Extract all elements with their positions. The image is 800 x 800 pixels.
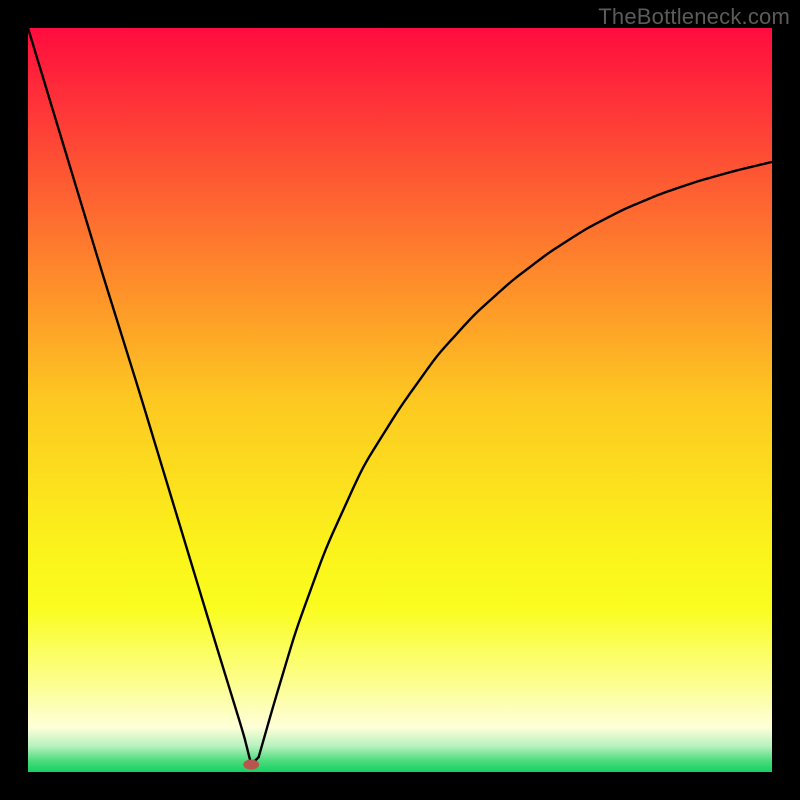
minimum-marker [243, 760, 259, 770]
watermark-text: TheBottleneck.com [598, 4, 790, 30]
chart-svg [28, 28, 772, 772]
gradient-background [28, 28, 772, 772]
chart-frame: TheBottleneck.com [0, 0, 800, 800]
plot-area [28, 28, 772, 772]
